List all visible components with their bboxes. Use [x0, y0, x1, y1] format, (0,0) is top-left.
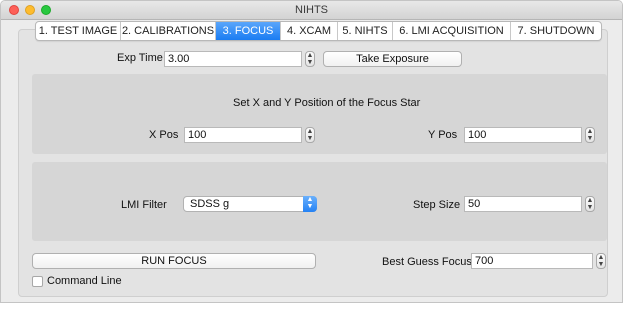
best-guess-focus-input[interactable]: 700 [471, 253, 593, 269]
stepper-up-icon: ▲ [586, 128, 594, 135]
stepper-up-icon: ▲ [306, 128, 314, 135]
lmi-filter-label: LMI Filter [121, 199, 167, 211]
stepper-down-icon: ▼ [597, 261, 605, 268]
step-size-stepper[interactable]: ▲ ▼ [585, 196, 595, 212]
stepper-down-icon: ▼ [306, 59, 314, 66]
y-pos-label: Y Pos [428, 129, 458, 141]
stepper-up-icon: ▲ [597, 254, 605, 261]
x-pos-stepper[interactable]: ▲ ▼ [305, 127, 315, 143]
lmi-filter-select[interactable]: SDSS g ▲ ▼ [183, 196, 317, 212]
stepper-down-icon: ▼ [306, 135, 314, 142]
stepper-up-icon: ▲ [306, 52, 314, 59]
title-bar: NIHTS [1, 1, 622, 20]
command-line-checkbox[interactable] [32, 276, 43, 287]
tab-nihts[interactable]: 5. NIHTS [338, 22, 393, 40]
best-guess-focus-stepper[interactable]: ▲ ▼ [596, 253, 606, 269]
exp-time-label: Exp Time [117, 52, 163, 64]
window-title: NIHTS [295, 4, 328, 16]
stepper-down-icon: ▼ [586, 135, 594, 142]
x-pos-label: X Pos [149, 129, 179, 141]
tab-lmi-acquisition[interactable]: 6. LMI ACQUISITION [393, 22, 511, 40]
stepper-down-icon: ▼ [586, 204, 594, 211]
take-exposure-button[interactable]: Take Exposure [323, 51, 462, 67]
step-size-label: Step Size [413, 199, 461, 211]
tab-focus[interactable]: 3. FOCUS [216, 22, 281, 40]
tab-bar: 1. TEST IMAGE 2. CALIBRATIONS 3. FOCUS 4… [35, 21, 602, 41]
run-focus-button[interactable]: RUN FOCUS [32, 253, 316, 269]
tab-test-image[interactable]: 1. TEST IMAGE [36, 22, 121, 40]
y-pos-input[interactable]: 100 [464, 127, 582, 143]
app-window: NIHTS 1. TEST IMAGE 2. CALIBRATIONS 3. F… [0, 0, 623, 303]
tab-shutdown[interactable]: 7. SHUTDOWN [511, 22, 601, 40]
tab-xcam[interactable]: 4. XCAM [281, 22, 338, 40]
tab-calibrations[interactable]: 2. CALIBRATIONS [121, 22, 216, 40]
y-pos-stepper[interactable]: ▲ ▼ [585, 127, 595, 143]
best-guess-focus-label: Best Guess Focus [382, 256, 472, 268]
step-size-input[interactable]: 50 [464, 196, 582, 212]
lmi-filter-value: SDSS g [190, 198, 230, 210]
exp-time-stepper[interactable]: ▲ ▼ [305, 51, 315, 67]
command-line-label: Command Line [47, 275, 122, 287]
select-arrows-icon: ▲ ▼ [303, 196, 317, 212]
exp-time-input[interactable]: 3.00 [164, 51, 302, 67]
stepper-up-icon: ▲ [586, 197, 594, 204]
focus-star-heading: Set X and Y Position of the Focus Star [233, 97, 421, 109]
x-pos-input[interactable]: 100 [184, 127, 302, 143]
